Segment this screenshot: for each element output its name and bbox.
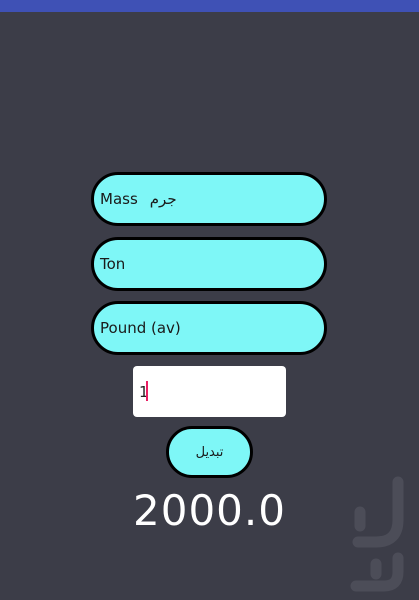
from-unit-label: Ton: [100, 255, 126, 273]
value-input[interactable]: [133, 366, 286, 417]
value-input-container: [133, 366, 286, 417]
from-unit-spinner[interactable]: Ton: [91, 237, 327, 291]
convert-button[interactable]: تبدیل: [166, 426, 253, 478]
category-label-fa: جرم: [149, 190, 177, 208]
category-spinner[interactable]: Mass جرم: [91, 172, 327, 226]
text-cursor: [146, 381, 148, 401]
status-bar: [0, 0, 419, 12]
to-unit-spinner[interactable]: Pound (av): [91, 301, 327, 355]
convert-button-label: تبدیل: [195, 444, 224, 460]
bazaar-watermark-icon: [350, 476, 404, 592]
to-unit-label: Pound (av): [100, 319, 181, 337]
category-label-en: Mass: [100, 190, 138, 208]
